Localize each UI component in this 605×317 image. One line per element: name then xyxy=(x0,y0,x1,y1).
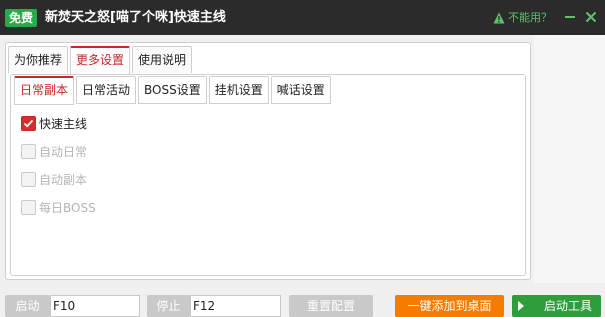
side-area xyxy=(534,35,605,283)
checkbox-disabled xyxy=(21,144,36,159)
tab-chat-settings[interactable]: 喊话设置 xyxy=(270,76,331,104)
tab-daily-activity[interactable]: 日常活动 xyxy=(76,76,137,104)
main-panel: 为你推荐 更多设置 使用说明 日常副本 日常活动 BOSS设置 挂机设置 喊话设… xyxy=(5,42,531,280)
help-link[interactable]: 不能用？ xyxy=(493,11,552,25)
checkbox-disabled xyxy=(21,172,36,187)
minimize-icon xyxy=(565,16,575,18)
minimize-button[interactable] xyxy=(562,9,578,25)
tab-more-settings[interactable]: 更多设置 xyxy=(70,46,131,74)
reset-config-button[interactable]: 重置配置 xyxy=(289,295,373,317)
free-badge: 免费 xyxy=(5,9,38,27)
checkbox-checked[interactable] xyxy=(21,116,36,131)
play-icon xyxy=(518,301,524,311)
top-tabs: 为你推荐 更多设置 使用说明 xyxy=(8,46,194,74)
sub-tabs: 日常副本 日常活动 BOSS设置 挂机设置 喊话设置 xyxy=(14,76,333,105)
option-auto-daily: 自动日常 xyxy=(21,143,87,160)
close-icon xyxy=(585,11,597,23)
tab-boss-settings[interactable]: BOSS设置 xyxy=(138,76,207,104)
help-link-label: 不能用？ xyxy=(508,11,552,24)
stop-hotkey-field[interactable]: F12 xyxy=(190,295,281,317)
close-button[interactable] xyxy=(583,9,599,25)
tab-daily-dungeon[interactable]: 日常副本 xyxy=(14,76,75,105)
title-bar: 免费 新焚天之怒[喵了个咪]快速主线 不能用？ xyxy=(0,0,605,35)
bottom-bar: 启动 F10 停止 F12 重置配置 一键添加到桌面 启动工具 xyxy=(0,295,605,317)
tab-afk-settings[interactable]: 挂机设置 xyxy=(208,76,269,104)
option-auto-dungeon: 自动副本 xyxy=(21,171,87,188)
tab-instructions[interactable]: 使用说明 xyxy=(132,46,193,73)
checkbox-disabled xyxy=(21,200,36,215)
start-hotkey-field[interactable]: F10 xyxy=(50,295,140,317)
warning-icon xyxy=(493,12,505,24)
option-quick-main[interactable]: 快速主线 xyxy=(21,115,87,132)
option-label: 自动副本 xyxy=(39,173,88,187)
option-label: 每日BOSS xyxy=(39,201,96,215)
start-button[interactable]: 启动 xyxy=(5,295,50,317)
option-label: 自动日常 xyxy=(39,145,88,159)
tab-recommend[interactable]: 为你推荐 xyxy=(8,46,69,73)
option-daily-boss: 每日BOSS xyxy=(21,199,96,216)
window-title: 新焚天之怒[喵了个咪]快速主线 xyxy=(45,10,226,25)
launch-tool-button[interactable]: 启动工具 xyxy=(512,295,601,317)
settings-panel: 日常副本 日常活动 BOSS设置 挂机设置 喊话设置 快速主线 自动日常 自动副… xyxy=(10,74,526,276)
add-to-desktop-button[interactable]: 一键添加到桌面 xyxy=(395,295,504,317)
check-icon xyxy=(23,119,34,128)
launch-tool-label: 启动工具 xyxy=(544,299,593,313)
option-label: 快速主线 xyxy=(39,117,88,131)
stop-button[interactable]: 停止 xyxy=(147,295,190,317)
